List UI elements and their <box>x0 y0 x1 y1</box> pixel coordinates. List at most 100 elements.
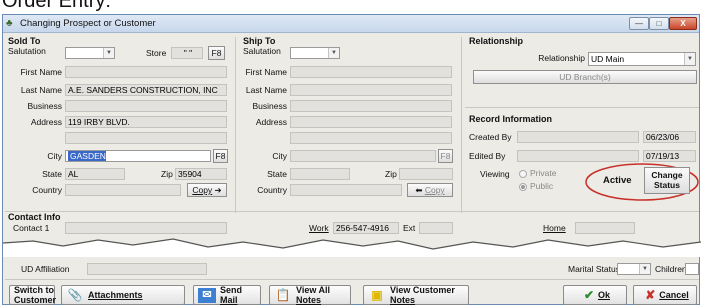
sold-zip-field[interactable]: 35904 <box>175 168 227 180</box>
chevron-down-icon: ▼ <box>328 48 339 58</box>
attachments-button[interactable]: 📎 Attachments <box>61 285 185 305</box>
arrow-left-icon: ⬅ <box>415 185 423 195</box>
contact-info-header: Contact Info <box>8 212 61 222</box>
created-by-label: Created By <box>469 132 512 142</box>
close-icon: ✘ <box>645 287 656 302</box>
ship-address2-field[interactable] <box>290 132 452 144</box>
sold-country-field[interactable] <box>65 184 181 196</box>
contact1-field[interactable] <box>65 222 227 234</box>
ship-city-lookup-button[interactable]: F8 <box>438 149 453 163</box>
created-by-field <box>517 131 639 143</box>
store-lookup-button[interactable]: F8 <box>208 46 225 60</box>
ship-state-field[interactable] <box>290 168 350 180</box>
sold-salutation-select[interactable]: ▼ <box>65 47 115 59</box>
copy-to-sold-button[interactable]: ⬅ Copy <box>407 183 453 197</box>
ud-affiliation-label: UD Affiliation <box>21 264 70 274</box>
view-all-label: View All <box>296 284 331 295</box>
cancel-label: Cancel <box>659 289 689 300</box>
attachments-label: Attachments <box>88 289 143 300</box>
view-all-notes-button[interactable]: 📋 View All Notes <box>269 285 351 305</box>
ud-affiliation-field[interactable] <box>87 263 207 275</box>
store-label: Store <box>146 48 167 58</box>
sold-to-header: Sold To <box>8 36 41 46</box>
ext-field[interactable] <box>419 222 453 234</box>
sold-business-label: Business <box>27 101 63 111</box>
sold-address-label: Address <box>30 117 62 127</box>
relationship-value: UD Main <box>591 54 625 64</box>
view-customer-notes-button[interactable]: ▣ View Customer Notes <box>363 285 469 305</box>
chevron-down-icon: ▼ <box>684 53 695 65</box>
send-mail-button[interactable]: ✉ Send Mail <box>193 285 261 305</box>
ship-address1-field[interactable] <box>290 116 452 128</box>
cancel-button[interactable]: ✘ Cancel <box>633 285 697 305</box>
switch-to-customer-button[interactable]: Switch to Customer <box>9 284 57 305</box>
contact1-label: Contact 1 <box>13 223 50 233</box>
edited-date-field: 07/19/13 <box>643 150 696 162</box>
ship-first-name-field[interactable] <box>290 66 452 78</box>
note-icon: ▣ <box>371 287 383 302</box>
sold-first-name-label: First Name <box>20 67 62 77</box>
ship-business-label: Business <box>252 101 288 111</box>
sold-address2-field[interactable] <box>65 132 227 144</box>
sold-last-name-field[interactable]: A.E. SANDERS CONSTRUCTION, INC <box>65 84 227 96</box>
copy-to-ship-button[interactable]: Copy ➜ <box>187 183 227 197</box>
change-status-button[interactable]: Change Status <box>644 167 690 194</box>
ship-business-field[interactable] <box>290 100 452 112</box>
send-label: Mail <box>220 294 238 305</box>
radio-checked-icon <box>519 182 527 191</box>
sold-state-field[interactable]: AL <box>65 168 125 180</box>
sold-country-label: Country <box>32 185 62 195</box>
children-field[interactable] <box>685 263 699 275</box>
ship-salutation-label: Salutation <box>243 46 281 56</box>
divider <box>235 37 236 213</box>
chevron-down-icon: ▼ <box>103 48 114 58</box>
copy-label: Copy <box>192 185 213 195</box>
ship-zip-field[interactable] <box>399 168 453 180</box>
ext-label: Ext <box>403 223 416 233</box>
ok-button[interactable]: ✔ Ok <box>563 285 627 305</box>
ship-country-label: Country <box>257 185 287 195</box>
ship-address-label: Address <box>255 117 287 127</box>
sold-address1-field[interactable]: 119 IRBY BLVD. <box>65 116 227 128</box>
title-bar[interactable]: ♣ Changing Prospect or Customer — □ X <box>3 15 699 33</box>
notes-icon: 📋 <box>275 287 291 302</box>
city-selected-text: GASDEN <box>68 151 106 161</box>
private-radio[interactable]: Private <box>519 168 556 178</box>
send-label: Send <box>220 284 243 295</box>
sold-first-name-field[interactable] <box>65 66 227 78</box>
ship-city-field[interactable] <box>290 150 436 162</box>
ship-country-field[interactable] <box>290 184 402 196</box>
relationship-select[interactable]: UD Main ▼ <box>588 52 696 66</box>
ship-salutation-select[interactable]: ▼ <box>290 47 340 59</box>
divider <box>5 211 699 212</box>
home-phone-field[interactable] <box>575 222 635 234</box>
city-lookup-button[interactable]: F8 <box>213 149 228 163</box>
ship-city-label: City <box>272 151 287 161</box>
envelope-icon: ✉ <box>198 287 216 303</box>
sold-city-field[interactable]: GASDEN <box>65 150 211 162</box>
sold-business-field[interactable] <box>65 100 227 112</box>
ship-to-header: Ship To <box>243 36 276 46</box>
app-icon: ♣ <box>6 18 13 29</box>
maximize-button[interactable]: □ <box>649 17 669 30</box>
edited-by-label: Edited By <box>469 151 506 161</box>
work-phone-field[interactable]: 256-547-4916 <box>333 222 399 234</box>
switch-label: Switch to <box>14 284 54 295</box>
status-badge: Active <box>603 175 632 186</box>
sold-city-label: City <box>47 151 62 161</box>
store-field[interactable]: " " <box>171 47 203 59</box>
ud-branch-button[interactable]: UD Branch(s) <box>473 70 697 84</box>
close-button[interactable]: X <box>669 17 697 30</box>
ship-zip-label: Zip <box>385 169 397 179</box>
minimize-button[interactable]: — <box>629 17 649 30</box>
ship-state-label: State <box>267 169 287 179</box>
public-radio[interactable]: Public <box>519 181 553 191</box>
marital-status-select[interactable]: ▼ <box>617 263 651 275</box>
sold-state-label: State <box>42 169 62 179</box>
sold-salutation-label: Salutation <box>8 46 46 56</box>
prospect-dialog: ♣ Changing Prospect or Customer — □ X So… <box>2 14 701 305</box>
ship-last-name-field[interactable] <box>290 84 452 96</box>
ship-first-name-label: First Name <box>245 67 287 77</box>
switch-label: Customer <box>14 294 57 305</box>
change-status-label: Change <box>651 170 683 180</box>
